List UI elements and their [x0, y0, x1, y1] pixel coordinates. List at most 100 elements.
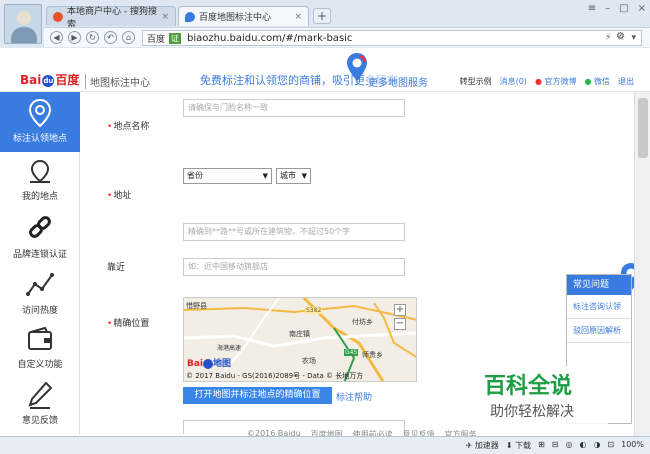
sidebar-item-label: 标注认领地点 [12, 134, 67, 144]
more-services-overlay[interactable]: 更多地图服务 [368, 74, 428, 89]
status-icon[interactable]: ◎ [565, 440, 572, 451]
sidebar-item-brand-chain[interactable]: 品牌连锁认证 [0, 208, 80, 268]
address-bar[interactable]: 百度 证 biaozhu.baidu.com/#/mark-basic ⚡ ☆ … [142, 30, 642, 46]
sidebar-item-mark-claim[interactable]: 标注认领地点 [0, 92, 80, 152]
menu-icon[interactable]: ≡ [588, 3, 596, 14]
top-nav-example[interactable]: 转型示例 [460, 76, 492, 87]
tab-title: 百度地图标注中心 [199, 13, 272, 23]
forward-icon[interactable]: ▶ [68, 31, 81, 44]
top-nav-messages[interactable]: 消息(0) [500, 76, 527, 87]
scrollbar-thumb[interactable] [638, 98, 648, 158]
status-icon[interactable]: ⊡ [607, 440, 614, 451]
accelerator-button[interactable]: ✈ 加速器 [466, 440, 499, 451]
location-map[interactable]: 惜野县 S382 付坊乡 南庄镇 海港高速 G45 师贵乡 农场 + − Bai… [183, 297, 417, 382]
map-zoom-in-button[interactable]: + [394, 304, 406, 316]
top-nav-weibo[interactable]: ● 官方微博 [535, 76, 577, 87]
map-place-label: 师贵乡 [362, 351, 383, 359]
refresh-icon[interactable]: ↻ [86, 31, 99, 44]
chevron-down-icon: ▼ [301, 172, 307, 180]
back-icon[interactable]: ◀ [50, 31, 63, 44]
wechat-icon: ● [584, 77, 592, 86]
wrench-tools-icon[interactable]: ⚙ [616, 31, 625, 42]
rocket-icon: ✈ [465, 441, 473, 450]
home-icon[interactable]: ⌂ [122, 31, 135, 44]
download-icon: ⬇ [505, 441, 513, 450]
map-copyright: © 2017 Baidu - GS(2016)2089号 - Data © 长地… [186, 372, 364, 380]
sidebar-item-label: 品牌连锁认证 [12, 250, 67, 260]
zoom-level[interactable]: 100% [621, 440, 644, 451]
weibo-icon: ● [534, 77, 542, 86]
places-icon [30, 159, 50, 183]
map-road-label: S382 [305, 307, 323, 314]
location-pin-logo-icon [347, 53, 367, 81]
tab-sogou-search[interactable]: 本地商户中心 - 搜狗搜索 × [46, 6, 176, 30]
undo-close-icon[interactable]: ↶ [104, 31, 117, 44]
address-label: •地址 [107, 191, 132, 201]
close-window-icon[interactable]: × [638, 3, 646, 14]
baidu-paw-icon: du [42, 74, 55, 87]
faq-item-claim[interactable]: 标注咨询认领 [567, 295, 631, 319]
top-nav-wechat[interactable]: ● 微信 [584, 76, 610, 87]
map-zoom-out-button[interactable]: − [394, 318, 406, 330]
sidebar-item-feedback[interactable]: 意见反馈 [0, 374, 80, 434]
map-place-label: 付坊乡 [352, 318, 373, 326]
status-icon[interactable]: ◐ [579, 440, 586, 451]
sidebar-item-label: 访问热度 [21, 306, 58, 316]
precise-position-label: •精确位置 [107, 319, 150, 329]
minimize-icon[interactable]: – [605, 3, 610, 14]
faq-title[interactable]: 常见问题 [567, 275, 631, 295]
map-pin-favicon-icon [185, 11, 195, 22]
marking-help-link[interactable]: 标注帮助 [336, 390, 372, 403]
sidebar-item-label: 意见反馈 [21, 416, 58, 426]
sidebar-item-label: 我的地点 [21, 192, 58, 202]
watermark-title: 百科全说 [484, 374, 573, 399]
sidebar-item-my-places[interactable]: 我的地点 [0, 152, 80, 212]
map-place-label: 农场 [302, 357, 316, 365]
status-icon[interactable]: ◑ [593, 440, 600, 451]
browser-chrome: 本地商户中心 - 搜狗搜索 × 百度地图标注中心 × + ≡ – □ × ◀ ▶… [0, 0, 650, 48]
nearby-label: 靠近 [107, 263, 126, 273]
url-site-label: 百度 [147, 34, 166, 45]
tab-close-icon[interactable]: × [294, 12, 302, 22]
sidebar-item-visit-heat[interactable]: 访问热度 [0, 264, 80, 324]
browser-status-bar: ✈ 加速器 ⬇ 下载 ⊞ ⊟ ◎ ◐ ◑ ⊡ 100% [0, 436, 650, 454]
place-name-input[interactable]: 请确保与门脸名称一致 [183, 99, 405, 117]
new-tab-button[interactable]: + [313, 8, 331, 24]
map-place-label: 南庄镇 [289, 330, 310, 338]
tab-baidu-map-marking[interactable]: 百度地图标注中心 × [178, 6, 309, 26]
tab-title: 本地商户中心 - 搜狗搜索 [67, 6, 157, 30]
user-avatar[interactable] [4, 4, 42, 44]
sidebar-item-label: 自定义功能 [17, 360, 63, 370]
tab-close-icon[interactable]: × [161, 12, 169, 22]
ev-certificate-badge[interactable]: 证 [169, 32, 182, 44]
sidebar-item-custom-functions[interactable]: 自定义功能 [0, 320, 80, 380]
download-button[interactable]: ⬇ 下载 [506, 440, 531, 451]
street-address-input[interactable]: 精确到**路**号或所在建筑物，不超过50个字 [183, 223, 405, 241]
site-name: 地图标注中心 [85, 74, 150, 89]
status-icon[interactable]: ⊟ [552, 440, 559, 451]
baidu-logo[interactable]: Bai du 百度 [20, 71, 79, 88]
lightning-icon[interactable]: ⚡ [605, 33, 611, 43]
window-controls: ≡ – □ × [588, 3, 646, 14]
maximize-icon[interactable]: □ [619, 3, 628, 14]
pencil-icon [28, 381, 53, 409]
status-icon[interactable]: ⊞ [538, 440, 545, 451]
page-scrollbar[interactable] [634, 92, 650, 436]
map-baidu-logo: Bai 地图 [187, 358, 232, 369]
faq-item-rejection[interactable]: 驳回原因解析 [567, 319, 631, 343]
sogou-favicon-icon [53, 11, 63, 22]
url-text[interactable]: biaozhu.baidu.com/#/mark-basic [187, 33, 352, 44]
watermark-subtitle: 助你轻松解决 [490, 404, 574, 420]
dropdown-arrow-icon[interactable]: ▾ [631, 33, 636, 43]
map-road-label: G45 [344, 349, 359, 356]
province-select[interactable]: 省份 ▼ [183, 168, 272, 184]
chevron-down-icon: ▼ [262, 172, 268, 180]
navigation-bar: ◀ ▶ ↻ ↶ ⌂ 百度 证 biaozhu.baidu.com/#/mark-… [44, 27, 650, 47]
map-roads [184, 298, 416, 381]
map-place-label: 惜野县 [186, 302, 207, 310]
city-select[interactable]: 城市 ▼ [276, 168, 311, 184]
logout-link[interactable]: 退出 [618, 76, 634, 87]
nearby-landmark-input[interactable]: 如：近中国移动旗舰店 [183, 258, 405, 276]
top-nav: 转型示例 消息(0) ● 官方微博 ● 微信 退出 [460, 76, 634, 87]
open-map-button[interactable]: 打开地图并标注地点的精确位置 [183, 387, 332, 404]
